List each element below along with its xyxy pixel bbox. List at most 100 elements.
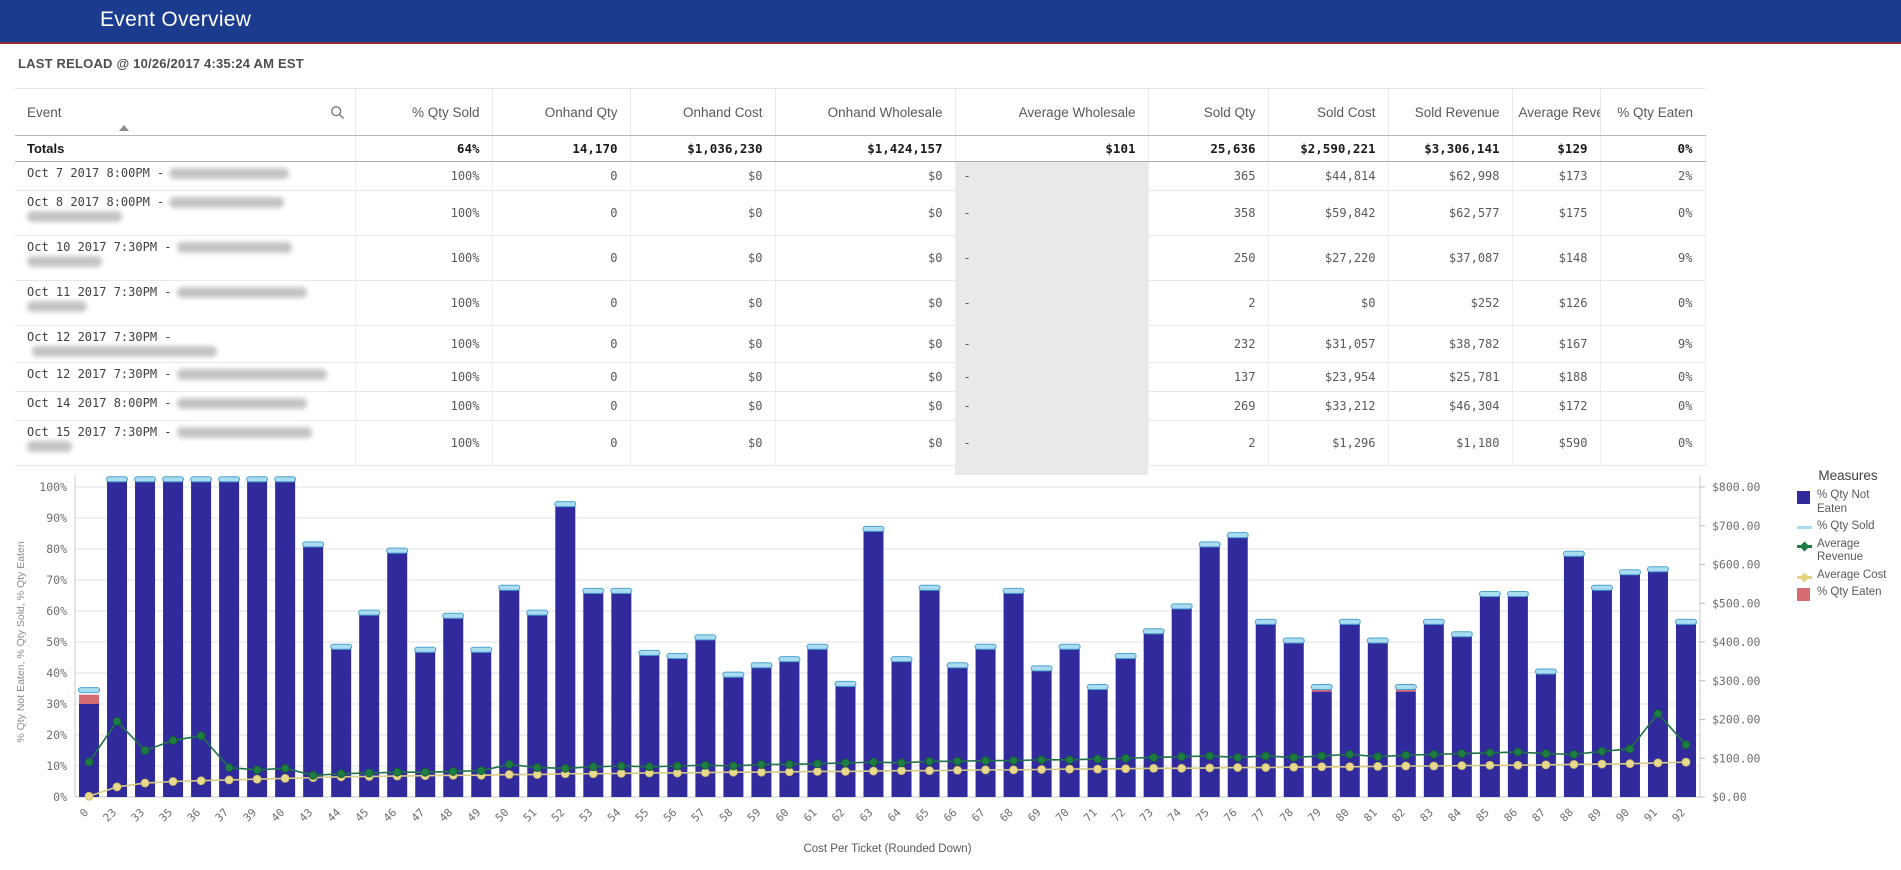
avg-revenue-point[interactable] [1094,755,1102,763]
avg-cost-point[interactable] [1178,764,1186,772]
chart-bar[interactable] [863,530,883,797]
chart-bar[interactable] [892,661,912,797]
avg-cost-point[interactable] [898,767,906,775]
sold-cap[interactable] [695,635,716,640]
avg-revenue-point[interactable] [281,764,289,772]
chart-bar[interactable] [920,589,940,797]
avg-revenue-point[interactable] [785,760,793,768]
sold-cap[interactable] [1339,619,1360,624]
avg-revenue-point[interactable] [841,759,849,767]
avg-revenue-point[interactable] [1682,741,1690,749]
sold-cap[interactable] [1059,644,1080,649]
sold-cap[interactable] [275,477,296,482]
event-cell[interactable]: Oct 8 2017 8:00PM - [15,191,355,236]
chart-bar[interactable] [191,481,211,797]
column-header-onhand-cost[interactable]: Onhand Cost [630,89,775,136]
sold-cap[interactable] [835,681,856,686]
avg-revenue-point[interactable] [1430,750,1438,758]
chart-bar[interactable] [835,685,855,797]
chart-bar[interactable] [1424,623,1444,797]
avg-revenue-point[interactable] [1626,745,1634,753]
chart-bar[interactable] [275,481,295,797]
chart-bar[interactable] [1368,642,1388,797]
avg-revenue-point[interactable] [1458,750,1466,758]
avg-revenue-point[interactable] [1374,753,1382,761]
avg-revenue-point[interactable] [225,764,233,772]
sold-cap[interactable] [247,477,268,482]
avg-revenue-point[interactable] [1234,753,1242,761]
avg-cost-point[interactable] [1402,762,1410,770]
chart-bar[interactable] [107,481,127,797]
avg-revenue-point[interactable] [449,767,457,775]
avg-revenue-point[interactable] [673,762,681,770]
avg-cost-point[interactable] [141,779,149,787]
avg-cost-point[interactable] [281,774,289,782]
avg-cost-point[interactable] [926,767,934,775]
sold-cap[interactable] [947,663,968,668]
chart-bar[interactable] [948,667,968,797]
chart-bar[interactable] [1032,670,1052,797]
avg-cost-point[interactable] [1150,764,1158,772]
column-header-sold-revenue[interactable]: Sold Revenue [1388,89,1512,136]
avg-cost-point[interactable] [1094,765,1102,773]
sold-cap[interactable] [1619,570,1640,575]
avg-revenue-point[interactable] [645,763,653,771]
avg-cost-point[interactable] [1234,764,1242,772]
sold-cap[interactable] [723,672,744,677]
avg-revenue-point[interactable] [701,761,709,769]
sold-cap[interactable] [79,688,100,693]
avg-cost-point[interactable] [1458,762,1466,770]
avg-revenue-point[interactable] [1514,748,1522,756]
sold-cap[interactable] [1283,638,1304,643]
sold-cap[interactable] [1535,669,1556,674]
chart-bar[interactable] [1312,692,1332,797]
avg-cost-point[interactable] [1290,763,1298,771]
column-header-qty-sold[interactable]: % Qty Sold [355,89,492,136]
sold-cap[interactable] [1367,638,1388,643]
chart-bar[interactable] [163,481,183,797]
event-cell[interactable]: Oct 11 2017 7:30PM - [15,281,355,326]
avg-revenue-point[interactable] [141,747,149,755]
sold-cap[interactable] [1087,685,1108,690]
sold-cap[interactable] [499,585,520,590]
chart-bar[interactable] [1088,689,1108,798]
avg-cost-point[interactable] [954,766,962,774]
avg-revenue-point[interactable] [337,770,345,778]
legend-item-qty-eaten[interactable]: % Qty Eaten [1797,586,1899,601]
chart-bar[interactable] [387,552,407,797]
avg-revenue-point[interactable] [898,759,906,767]
avg-cost-point[interactable] [1654,759,1662,767]
sold-cap[interactable] [1479,592,1500,597]
avg-cost-point[interactable] [785,768,793,776]
sold-cap[interactable] [611,588,632,593]
avg-cost-point[interactable] [1346,763,1354,771]
avg-cost-point[interactable] [1682,758,1690,766]
sold-cap[interactable] [583,588,604,593]
avg-cost-point[interactable] [869,767,877,775]
sold-cap[interactable] [303,542,324,547]
avg-cost-point[interactable] [757,768,765,776]
column-header-qty-eaten[interactable]: % Qty Eaten [1600,89,1705,136]
column-header-sold-qty[interactable]: Sold Qty [1148,89,1268,136]
avg-cost-point[interactable] [813,767,821,775]
sold-cap[interactable] [359,610,380,615]
avg-revenue-point[interactable] [1654,710,1662,718]
avg-cost-point[interactable] [113,783,121,791]
column-header-sold-cost[interactable]: Sold Cost [1268,89,1388,136]
sold-cap[interactable] [919,585,940,590]
avg-cost-point[interactable] [701,769,709,777]
avg-revenue-point[interactable] [926,757,934,765]
chart-bar[interactable] [1676,623,1696,797]
sold-cap[interactable] [163,477,184,482]
avg-cost-point[interactable] [1598,760,1606,768]
sold-cap[interactable] [1115,654,1136,659]
avg-revenue-point[interactable] [1038,756,1046,764]
avg-revenue-point[interactable] [1122,754,1130,762]
sold-cap[interactable] [443,613,464,618]
sold-cap[interactable] [1171,604,1192,609]
avg-cost-point[interactable] [1486,761,1494,769]
sold-cap[interactable] [1143,629,1164,634]
sold-cap[interactable] [891,657,912,662]
sold-cap[interactable] [639,650,660,655]
chart-bar[interactable] [723,676,743,797]
